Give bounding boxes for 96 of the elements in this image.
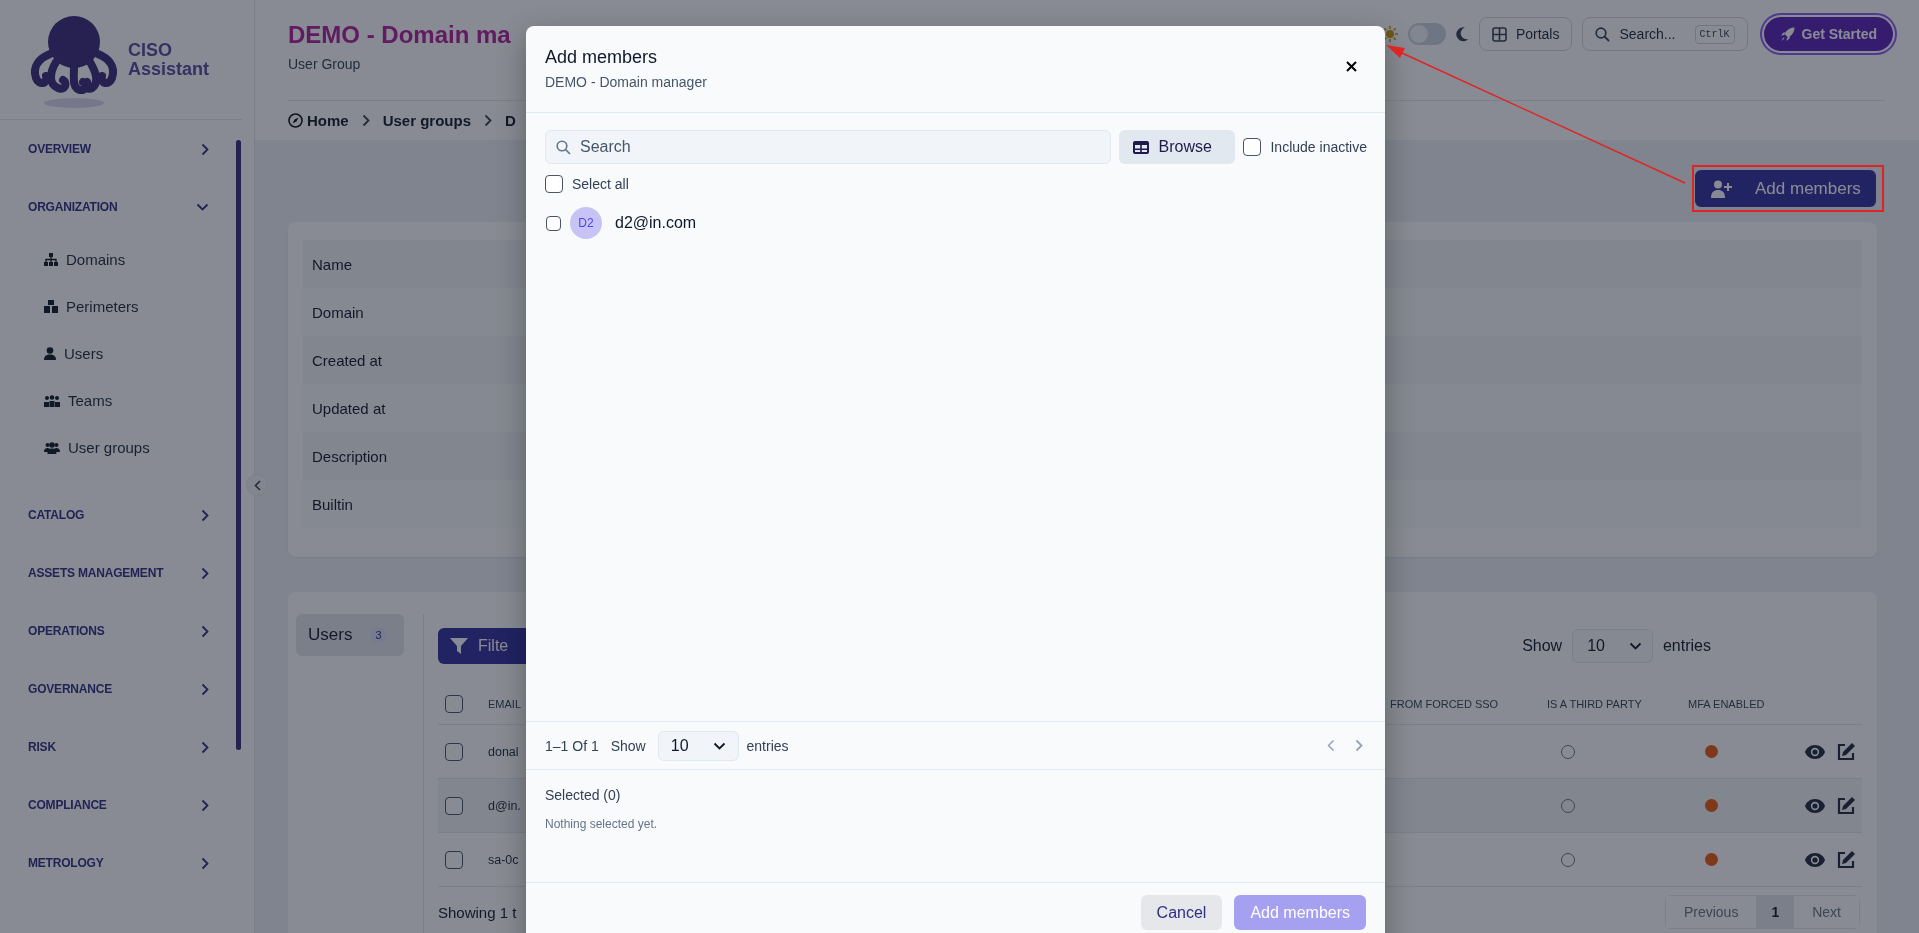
table-icon: [1133, 140, 1150, 154]
chevron-down-icon: [1628, 642, 1642, 650]
checkbox-label: Include inactive: [1270, 139, 1367, 155]
page-size-select[interactable]: 10: [657, 730, 739, 761]
nav-item[interactable]: Users: [28, 330, 104, 377]
column-header: MFA ENABLED: [1687, 698, 1766, 710]
grid-icon: [1491, 26, 1507, 42]
show-label: Show: [1522, 637, 1563, 655]
users-tab[interactable]: Users 3: [296, 614, 404, 656]
row-checkbox[interactable]: [546, 215, 561, 231]
portals-button[interactable]: Portals: [1478, 17, 1573, 51]
page-subtitle: User Group: [288, 56, 361, 72]
checkbox[interactable]: [1243, 138, 1262, 156]
search-icon: [556, 140, 571, 155]
field-label: Created at: [312, 351, 383, 369]
field-label: Domain: [312, 303, 364, 321]
row-checkbox[interactable]: [445, 796, 463, 815]
row-checkbox[interactable]: [445, 742, 463, 761]
field-label: Description: [312, 447, 388, 465]
cancel-button[interactable]: Cancel: [1140, 895, 1223, 930]
nav-group[interactable]: ORGANIZATION: [28, 178, 209, 236]
user-email: d2@in.com: [615, 214, 697, 232]
chevron-right-icon: [484, 114, 493, 127]
nav-group[interactable]: CATALOG: [28, 486, 209, 544]
breadcrumb-link[interactable]: User groups: [382, 112, 472, 129]
breadcrumb-link[interactable]: Home: [288, 112, 349, 129]
search-button[interactable]: Search... CtrlK: [1582, 17, 1748, 51]
browse-button[interactable]: Browse: [1119, 130, 1236, 164]
chevron-left-icon: [253, 479, 261, 491]
table-cell: sa-0c: [488, 852, 519, 867]
user-group-icon: [44, 441, 60, 454]
edit-icon[interactable]: [1836, 849, 1856, 870]
theme-toggle[interactable]: [1407, 23, 1446, 45]
column-header: EMAIL: [488, 698, 522, 710]
nav-group[interactable]: METROLOGY: [28, 834, 209, 892]
add-user-icon: [1711, 179, 1733, 198]
compass-icon: [288, 113, 303, 128]
moon-icon: [1455, 26, 1469, 42]
sun-icon: [1381, 26, 1398, 42]
select-all-checkbox[interactable]: [445, 695, 463, 713]
nav-item[interactable]: Perimeters: [28, 283, 139, 330]
nav-group[interactable]: COMPLIANCE: [28, 776, 209, 834]
column-header: IS A THIRD PARTY: [1546, 698, 1643, 710]
column-header: FROM FORCED SSO: [1389, 698, 1500, 710]
empty-message: Nothing selected yet.: [545, 817, 659, 831]
field-label: Updated at: [312, 399, 386, 417]
nav-item[interactable]: User groups: [28, 424, 150, 471]
page-title: DEMO - Domain ma: [288, 20, 511, 50]
chevron-down-icon: [712, 741, 726, 750]
search-field[interactable]: Search: [545, 130, 1112, 164]
avatar: D2: [570, 207, 602, 239]
field-label: Name: [312, 255, 352, 273]
table-cell: donal: [488, 744, 519, 759]
dialog-subtitle: DEMO - Domain manager: [545, 74, 707, 90]
edit-icon[interactable]: [1836, 795, 1856, 816]
table-cell: d@in.: [488, 798, 521, 813]
checkbox-label: Select all: [572, 176, 629, 192]
page-size-select[interactable]: 10: [1572, 629, 1653, 663]
logo-text: CISO Assistant: [128, 40, 211, 79]
eye-icon[interactable]: [1804, 743, 1826, 760]
count-badge: 3: [370, 627, 387, 643]
scrollbar[interactable]: [236, 140, 241, 750]
nav-group[interactable]: ASSETS MANAGEMENT: [28, 544, 209, 602]
nav-item[interactable]: Domains: [28, 236, 126, 283]
eye-icon[interactable]: [1804, 851, 1826, 868]
funnel-icon: [450, 637, 468, 655]
search-icon: [1595, 26, 1611, 42]
nav-group[interactable]: RISK: [28, 718, 209, 776]
field-label: Builtin: [312, 495, 353, 513]
breadcrumb-link[interactable]: D: [505, 112, 516, 129]
shortcut-hint: CtrlK: [1694, 24, 1735, 44]
entries-label: entries: [746, 737, 789, 754]
close-icon: [1345, 60, 1357, 72]
sitemap-icon: [44, 253, 58, 266]
selected-heading: Selected (0): [545, 787, 621, 803]
show-label: Show: [610, 737, 646, 754]
rocket-icon: [1779, 26, 1795, 42]
dialog-title: Add members: [545, 46, 659, 68]
row-checkbox[interactable]: [445, 850, 463, 869]
range-text: 1–1 Of 1: [545, 737, 599, 754]
collapse-button[interactable]: [246, 474, 268, 496]
eye-icon[interactable]: [1804, 797, 1826, 814]
nav-group[interactable]: OPERATIONS: [28, 602, 209, 660]
user-icon: [44, 347, 56, 360]
edit-icon[interactable]: [1836, 741, 1856, 762]
showing-text: Showing 1 t: [438, 903, 517, 921]
chevron-right-icon: [361, 114, 370, 127]
nav-group[interactable]: GOVERNANCE: [28, 660, 209, 718]
nav-group[interactable]: OVERVIEW: [28, 120, 209, 178]
cubes-icon: [44, 300, 58, 313]
entries-label: entries: [1662, 637, 1711, 655]
nav-item[interactable]: Teams: [28, 377, 113, 424]
page-button[interactable]: 1: [1756, 896, 1795, 928]
users-icon: [44, 394, 60, 407]
select-all-checkbox[interactable]: [545, 175, 563, 193]
add-members-button[interactable]: Add members: [1695, 170, 1876, 207]
